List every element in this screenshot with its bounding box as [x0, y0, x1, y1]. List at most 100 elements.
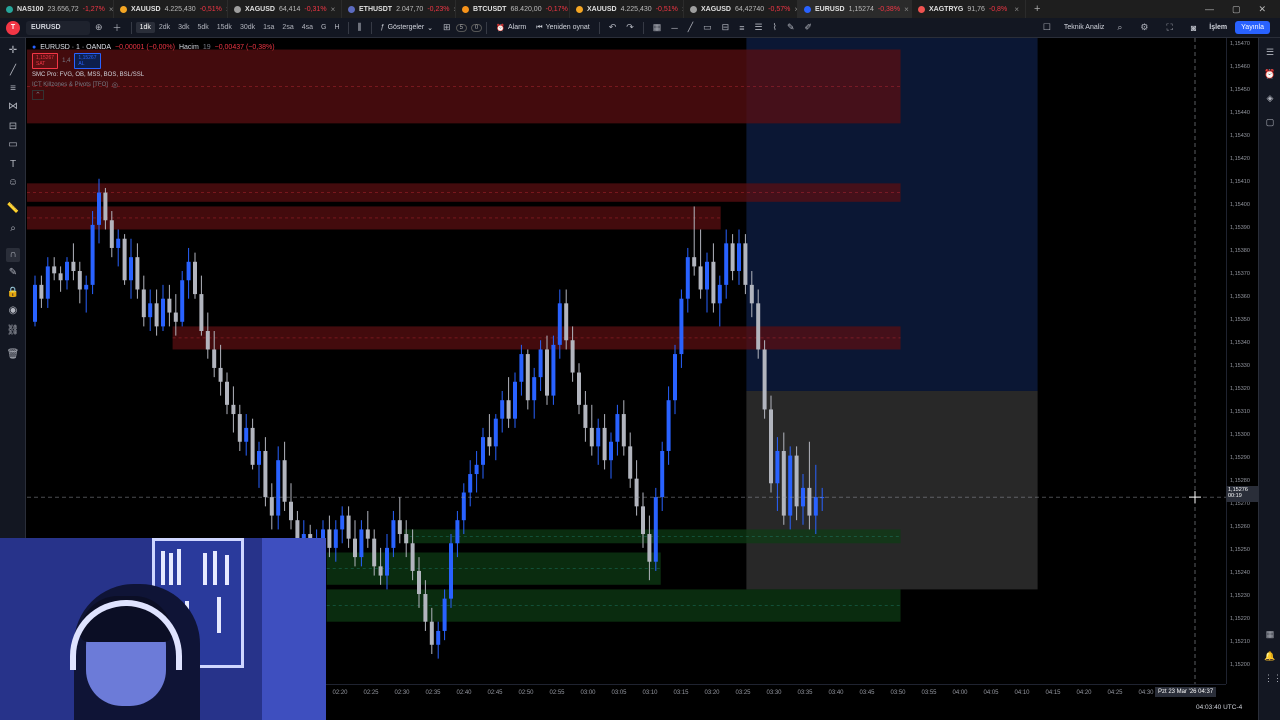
book — [217, 597, 221, 633]
magnet-icon[interactable]: ∩ — [6, 248, 20, 262]
pattern-icon[interactable]: ⋈ — [6, 100, 20, 114]
alarm-button[interactable]: ⏰ Alarm — [491, 24, 531, 32]
browser-tab[interactable]: XAGUSD 64,414 -0,31% × — [228, 0, 342, 18]
close-tab-icon[interactable]: × — [109, 5, 113, 14]
browser-tab[interactable]: XAUUSD4.225,430-0,51%× — [570, 0, 684, 18]
user-avatar[interactable]: T — [6, 20, 20, 35]
timeframe-option[interactable]: 2sa — [278, 22, 297, 33]
brush-icon[interactable]: ✎ — [782, 22, 800, 33]
timeframe-option[interactable]: G — [317, 22, 330, 33]
close-window-icon[interactable]: ✕ — [1258, 4, 1266, 15]
trash-icon[interactable]: 🗑 — [6, 348, 20, 362]
maximize-icon[interactable]: ▢ — [1232, 4, 1241, 15]
parallel-channel-icon[interactable]: ≡ — [734, 23, 749, 33]
browser-tab[interactable]: XAUUSD4.225,430-0,51%× — [114, 0, 228, 18]
compare-icon[interactable]: ⊕ — [90, 22, 108, 33]
eye-icon[interactable]: ◎ — [112, 81, 118, 89]
indicator-row-ict[interactable]: ICT Killzones & Pivots [TFO] ◎ — [32, 80, 275, 90]
watchlist-icon[interactable]: ☰ — [1264, 46, 1276, 58]
indicators-icon: ƒ — [380, 24, 385, 31]
lock-icon[interactable]: 🔒 — [6, 286, 20, 300]
indicator-count-badge: 5 — [455, 23, 467, 32]
utc-clock[interactable]: 04:03:40 UTC-4 — [1196, 704, 1242, 711]
calendar-icon[interactable]: ▦ — [1264, 628, 1276, 640]
candle-body — [237, 414, 242, 442]
timeframe-option[interactable]: 3dk — [174, 22, 193, 33]
camera-icon[interactable]: ◙ — [1186, 23, 1201, 33]
crosshair-icon[interactable]: ✛ — [6, 44, 20, 58]
browser-tab[interactable]: XAGUSD64,42740-0,57%× — [684, 0, 798, 18]
indicators-button[interactable]: ƒ Göstergeler ⌄ — [376, 24, 438, 32]
trend-line-icon[interactable]: ╱ — [683, 22, 698, 33]
trend-line-icon[interactable]: ╱ — [6, 64, 20, 78]
path-icon[interactable]: ⌇ — [768, 22, 782, 33]
emoji-icon[interactable]: ☺ — [6, 176, 20, 190]
long-position-icon[interactable]: ☰ — [749, 22, 767, 33]
ruler-icon[interactable]: 📏 — [6, 202, 20, 216]
timeframe-option[interactable]: 5dk — [193, 22, 212, 33]
trade-button[interactable]: İşlem — [1209, 24, 1227, 31]
candle-body — [340, 515, 345, 530]
text-icon[interactable]: T — [6, 158, 20, 172]
pencil-lock-icon[interactable]: ✎ — [6, 266, 20, 280]
alerts-icon[interactable]: ⏰ — [1264, 68, 1276, 80]
new-tab-icon[interactable]: + — [1026, 3, 1048, 15]
candle-type-icon[interactable]: ⫼ — [353, 22, 367, 33]
layout-grid-icon[interactable]: ⊞ — [438, 22, 456, 33]
horizontal-line-icon[interactable]: ─ — [666, 23, 682, 33]
close-tab-icon[interactable]: × — [904, 5, 909, 14]
browser-tab[interactable]: EURUSD 1,15274 -0,38% × — [798, 0, 912, 18]
candle-body — [45, 266, 50, 299]
close-tab-icon[interactable]: × — [331, 5, 336, 14]
eye-icon[interactable]: ◉ — [6, 304, 20, 318]
timeframe-option[interactable]: 2dk — [155, 22, 174, 33]
browser-tab[interactable]: NAS100 23.656,72 -1,27% × — [0, 0, 114, 18]
legend-title[interactable]: EURUSD · 1 · OANDA — [40, 44, 111, 51]
checkbox-icon[interactable]: ☐ — [1038, 22, 1056, 33]
candle-body — [679, 298, 684, 355]
zoom-icon[interactable]: ⌕ — [6, 222, 20, 236]
pen-icon[interactable]: ✐ — [799, 22, 817, 33]
chat-icon[interactable]: ▢ — [1264, 116, 1276, 128]
horizontal-lines-icon[interactable]: ≡ — [6, 82, 20, 96]
timeframe-option[interactable]: 1sa — [259, 22, 278, 33]
settings-icon[interactable]: ⚙ — [1135, 22, 1153, 33]
legend-collapse[interactable]: ⌃ — [32, 90, 275, 100]
timeframe-option[interactable]: 30dk — [236, 22, 259, 33]
fib-icon[interactable]: ⊟ — [6, 120, 20, 134]
timeframe-option[interactable]: 4sa — [298, 22, 317, 33]
browser-tab[interactable]: BTCUSDT68.420,00-0,17%× — [456, 0, 570, 18]
grid-icon[interactable]: ▦ — [648, 22, 667, 33]
add-symbol-icon[interactable]: ＋ — [108, 21, 127, 34]
price-axis[interactable]: 1,15470 1,15460 1,15450 1,15440 1,15430 1,154… — [1226, 38, 1258, 684]
minimize-icon[interactable]: — — [1205, 4, 1214, 15]
buy-button[interactable]: 1,15267 AL — [74, 53, 101, 69]
browser-tab[interactable]: ETHUSDT2.047,70-0,23%× — [342, 0, 456, 18]
rectangle-icon[interactable]: ▭ — [6, 138, 20, 152]
publish-button[interactable]: Yayınla — [1235, 21, 1270, 34]
fib-icon[interactable]: ⊟ — [717, 22, 735, 33]
fullscreen-icon[interactable]: ⛶ — [1162, 22, 1178, 33]
close-tab-icon[interactable]: × — [1014, 5, 1019, 14]
timeframe-option[interactable]: H — [330, 22, 343, 33]
notifications-icon[interactable]: 🔔 — [1264, 650, 1276, 662]
rectangle-icon[interactable]: ▭ — [698, 22, 717, 33]
sell-button[interactable]: 1,15267 SAT — [32, 53, 59, 69]
undo-icon[interactable]: ↶ — [604, 22, 622, 33]
search-icon[interactable]: ⌕ — [1112, 22, 1127, 33]
timeframe-option[interactable]: 15dk — [213, 22, 236, 33]
replay-button[interactable]: ⏮ Yeniden oynat — [531, 24, 594, 32]
symbol-search-input[interactable]: EURUSD — [26, 20, 90, 35]
layers-icon[interactable]: ◈ — [1264, 92, 1276, 104]
indicator-row-smc[interactable]: SMC Pro: FVG, OB, MSS, BOS, BSL/SSL — [32, 70, 275, 80]
link-icon[interactable]: ⛓ — [6, 324, 20, 338]
browser-tab[interactable]: XAGTRYG 91,76 -0,8% × — [912, 0, 1026, 18]
candle-body — [257, 450, 261, 465]
redo-icon[interactable]: ↷ — [621, 22, 639, 33]
candle-body — [647, 534, 652, 562]
apps-grid-icon[interactable]: ⋮⋮ — [1264, 672, 1280, 684]
tech-analysis-label[interactable]: Teknik Analiz — [1064, 24, 1104, 31]
price-tick-label: 1,15330 — [1230, 363, 1250, 369]
candle-body — [615, 414, 620, 442]
timeframe-option[interactable]: 1dk — [135, 22, 155, 33]
